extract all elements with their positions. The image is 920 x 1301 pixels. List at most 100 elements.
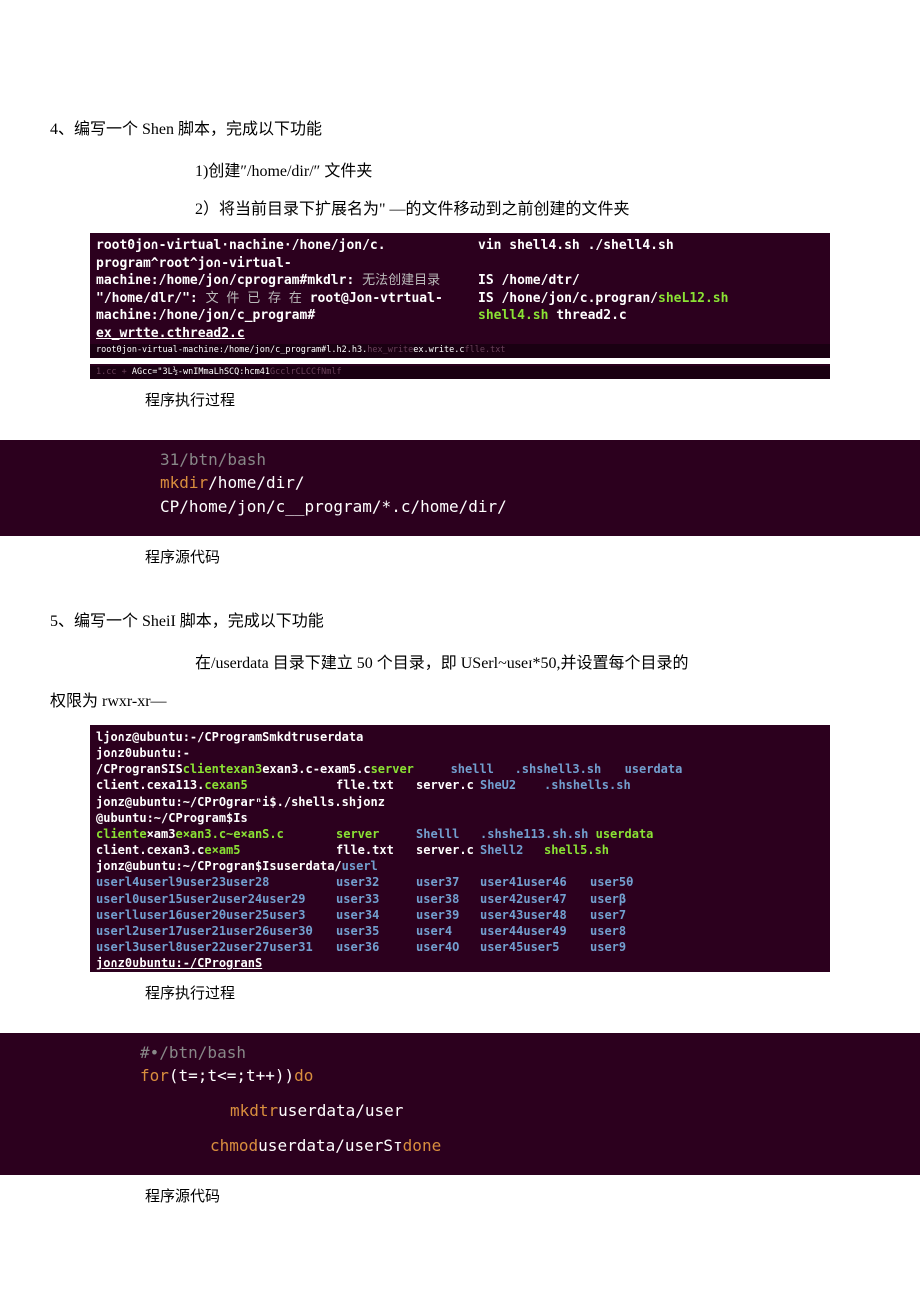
text: jo∩z0∪buntu:-/CProgranS <box>96 956 262 970</box>
code-line: chmod <box>210 1136 258 1155</box>
text: SheU2 <box>480 778 516 792</box>
list-item: user44user49 <box>480 923 590 939</box>
text: "/home/dlr/": <box>96 291 198 306</box>
text: thread2.c <box>556 308 626 323</box>
text: shell4.sh <box>478 308 556 323</box>
text: 无法创建目录 <box>362 273 440 288</box>
text: flle.txt <box>336 843 394 857</box>
text: vin shell4.sh ./shell4.sh <box>478 238 674 253</box>
status-bar: root0jon-virtual-machine:/home/jon/c_pro… <box>90 344 830 357</box>
text: ex.write.c <box>413 345 464 355</box>
list-item: userl0user15user2user24user29 <box>96 891 336 907</box>
text: AGcc="3L½-wnIMmaLhSCQ:hcm41 <box>132 367 270 377</box>
text: shelll <box>451 762 494 776</box>
list-item: user4 <box>416 923 480 939</box>
list-item: user36 <box>336 939 416 955</box>
code-line: mkdir <box>160 473 208 492</box>
list-item: user8 <box>590 923 824 939</box>
text: userdata <box>625 762 683 776</box>
list-item: user37 <box>416 874 480 890</box>
text: e×an3.c~e×anS.c <box>175 827 283 841</box>
text: Shelll <box>416 827 459 841</box>
text: cliente <box>96 827 147 841</box>
text: clientexan3 <box>183 762 262 776</box>
list-item: user32 <box>336 874 416 890</box>
list-item: user9 <box>590 939 824 955</box>
q4-exec-caption: 程序执行过程 <box>0 389 920 410</box>
text: shell5.sh <box>544 843 609 857</box>
code-line: #•/btn/bash <box>140 1043 246 1062</box>
list-item: user33 <box>336 891 416 907</box>
text: program^root^jo∩-virtual- <box>96 256 292 271</box>
code-line: userdata/user <box>278 1101 403 1120</box>
code-line: for <box>140 1066 169 1085</box>
text: root0jo∩-virtual·nachine·/hone/jon/c. <box>96 238 386 253</box>
text: jonz@ubuntu:~/CProgran$Isuserdata/ <box>96 859 342 873</box>
text: root0jon-virtual-machine:/home/jon/c_pro… <box>96 345 367 355</box>
text: jo∩z0ubu∩tu:- <box>96 746 190 760</box>
text: IS /hone/jon/c.progran/ <box>478 291 658 306</box>
list-item: userl2user17user21user26user3θ <box>96 923 336 939</box>
text: IS /home/dtr/ <box>478 273 580 288</box>
text: 文 件 已 存 在 <box>206 291 302 306</box>
text: client.cexan3.c <box>96 843 204 857</box>
list-item: user39 <box>416 907 480 923</box>
list-item: user42user47 <box>480 891 590 907</box>
code-line: 31/btn/bash <box>160 450 266 469</box>
list-item: userlluser16user2θuser25user3 <box>96 907 336 923</box>
q4-source-code: 31/btn/bash mkdir/home/dir/ CP/home/jon/… <box>0 440 920 536</box>
q5-title: 5、编写一个 SheiI 脚本，完成以下功能 <box>50 607 870 631</box>
q4-step1: 1)创建″/home/dir/″ 文件夹 <box>50 157 870 181</box>
text: ljo∩z@ubu∩tu:-/CProgramSmkdtruserdata <box>96 730 363 744</box>
code-line: userdata/userSт <box>258 1136 403 1155</box>
text: flle.txt <box>464 345 505 355</box>
list-item: user4Ο <box>416 939 480 955</box>
code-line: /home/dir/ <box>208 473 304 492</box>
text: root@Jon-vtrtual- <box>310 291 443 306</box>
text: .shshells.sh <box>544 778 631 792</box>
text: machine:/hone/jon/c_program# <box>96 308 315 323</box>
q4-terminal: root0jo∩-virtual·nachine·/hone/jon/c. vi… <box>90 233 830 379</box>
code-line: done <box>403 1136 442 1155</box>
text: Shell2 <box>480 843 523 857</box>
status-bar: 1.cc + AGcc="3L½-wnIMmaLhSCQ:hcm41GcclrC… <box>90 366 830 379</box>
text: 1.cc + <box>96 367 132 377</box>
text: userl <box>342 859 378 873</box>
q5-source-code: #•/btn/bash for(t=;t<=;t++))do mkdtruser… <box>0 1033 920 1176</box>
text: .shshe113.sh.sh <box>480 827 596 841</box>
text: jonz@ubuntu:~/CPrOgrarⁿi$./shells.shjonz <box>96 795 385 809</box>
text: server <box>336 827 379 841</box>
text: server <box>371 762 414 776</box>
list-item: userl4userl9user23user28 <box>96 874 336 890</box>
list-item: user7 <box>590 907 824 923</box>
text: e×am5 <box>204 843 240 857</box>
text: server.c <box>416 778 474 792</box>
list-item: user43user48 <box>480 907 590 923</box>
text: /CProgranSIS <box>96 762 183 776</box>
list-item: user41user46 <box>480 874 590 890</box>
q4-src-caption: 程序源代码 <box>0 546 920 567</box>
text: flle.txt <box>336 778 394 792</box>
list-item: user45user5 <box>480 939 590 955</box>
text: userdata <box>596 827 654 841</box>
list-item: user38 <box>416 891 480 907</box>
text: GcclrCLCCfNmlf <box>270 367 342 377</box>
code-line: CP/home/jon/c__program/*.c/home/dir/ <box>160 497 507 516</box>
text: hex_write <box>367 345 413 355</box>
text: exan3.c-exam5.c <box>262 762 370 776</box>
text: server.c <box>416 843 474 857</box>
list-item: user5θ <box>590 874 824 890</box>
code-line: do <box>294 1066 313 1085</box>
code-line: mkdtr <box>230 1101 278 1120</box>
list-item: user34 <box>336 907 416 923</box>
text: sheL12.sh <box>658 291 728 306</box>
q4-step2: 2）将当前目录下扩展名为" —的文件移动到之前创建的文件夹 <box>50 195 870 219</box>
text: machine:/home/jo∩/cprogram#mkdlr: <box>96 273 354 288</box>
list-item: user35 <box>336 923 416 939</box>
q5-desc2: 权限为 rwxr-xr— <box>50 687 870 711</box>
text: client.cexa113. <box>96 778 204 792</box>
code-line: (t=;t<=;t++)) <box>169 1066 294 1085</box>
q5-exec-caption: 程序执行过程 <box>0 982 920 1003</box>
text: ex_wrtte.cthread2.c <box>96 326 245 341</box>
q4-title: 4、编写一个 Shen 脚本，完成以下功能 <box>50 115 870 139</box>
